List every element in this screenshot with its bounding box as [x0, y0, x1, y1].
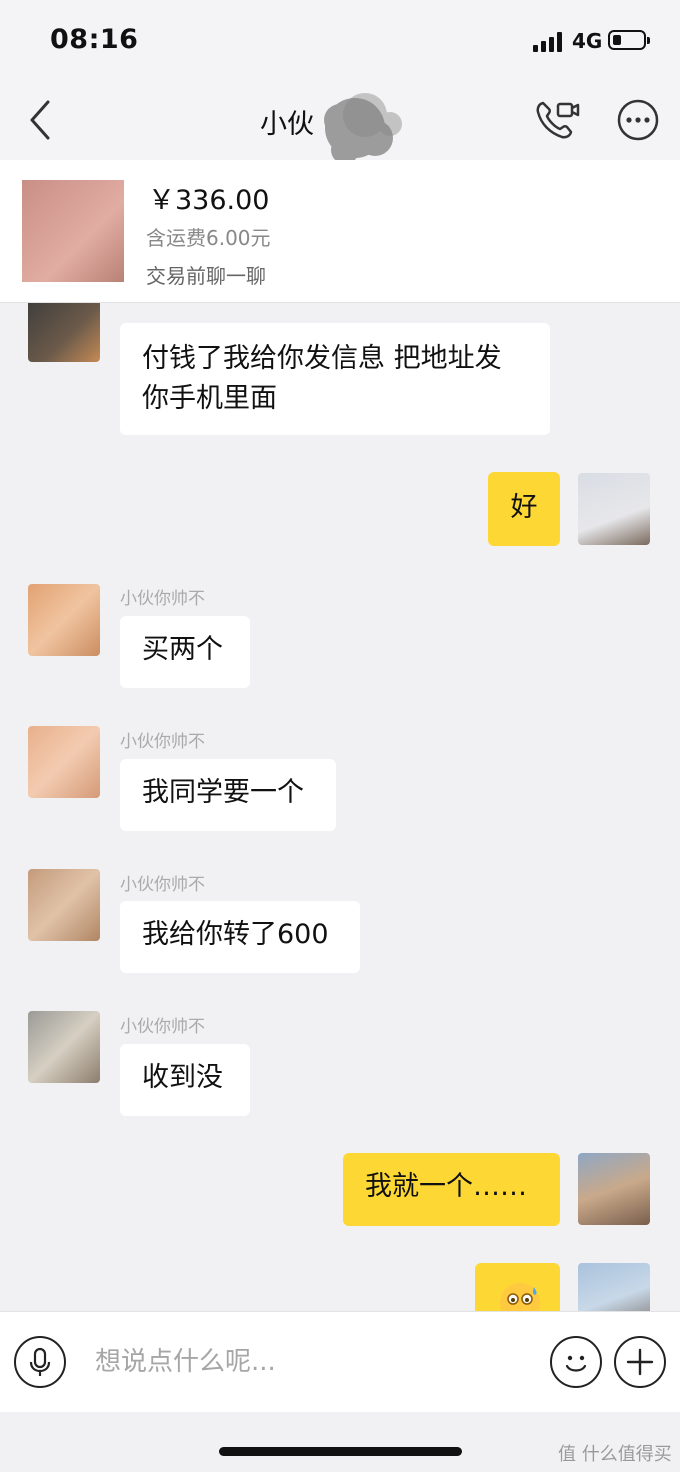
message-bubble-incoming[interactable]: 买两个 [120, 616, 250, 688]
product-card[interactable]: ￥336.00 含运费6.00元 交易前聊一聊 [0, 160, 680, 303]
status-bar: 08:16 4G [0, 0, 680, 80]
phone-video-icon [536, 101, 580, 139]
plus-icon [626, 1348, 654, 1376]
input-bar [0, 1311, 680, 1412]
sender-name: 小伙你帅不 [120, 1017, 205, 1037]
signal-icon [533, 32, 565, 52]
smiley-icon [565, 1355, 587, 1372]
sender-name: 小伙你帅不 [120, 875, 205, 895]
battery-level [613, 35, 621, 45]
avatar[interactable] [28, 1011, 100, 1083]
message-line: 付钱了我给你发信息 把地址发 [142, 343, 502, 374]
more-button[interactable] [616, 98, 660, 142]
message-bubble-incoming[interactable]: 收到没 [120, 1044, 250, 1116]
more-dots-icon [617, 99, 659, 141]
microphone-icon [29, 1347, 51, 1376]
home-indicator[interactable] [219, 1447, 462, 1456]
avatar[interactable] [578, 1263, 650, 1311]
avatar[interactable] [578, 1153, 650, 1225]
message-bubble-incoming[interactable]: 我同学要一个 [120, 759, 336, 831]
avatar[interactable] [28, 303, 100, 362]
watermark: 值 什么值得买 [558, 1444, 672, 1465]
network-type: 4G [572, 29, 603, 53]
message-bubble-outgoing[interactable]: 好 [488, 472, 560, 546]
message-bubble-incoming[interactable]: 付钱了我给你发信息 把地址发 你手机里面 [120, 323, 550, 435]
avatar[interactable] [28, 584, 100, 656]
message-line: 你手机里面 [142, 383, 277, 414]
sender-name: 小伙你帅不 [120, 732, 205, 752]
sender-name: 小伙你帅不 [120, 589, 205, 609]
avatar[interactable] [28, 869, 100, 941]
product-price: ￥336.00 [148, 185, 270, 216]
call-button[interactable] [534, 98, 580, 142]
avatar[interactable] [578, 473, 650, 545]
chevron-left-icon [30, 100, 50, 140]
chat-header: 小伙 [0, 80, 680, 164]
plus-button[interactable] [614, 1336, 666, 1388]
message-input[interactable] [95, 1342, 515, 1382]
status-time: 08:16 [50, 24, 139, 55]
message-bubble-outgoing[interactable]: 我就一个…… [343, 1153, 560, 1226]
message-list[interactable]: 付钱了我给你发信息 把地址发 你手机里面 好 小伙你帅不 买两个 小伙你帅不 我… [0, 303, 680, 1311]
battery-icon [608, 30, 650, 50]
emoji-button[interactable] [550, 1336, 602, 1388]
emoji-face-features [507, 1287, 537, 1305]
avatar[interactable] [28, 726, 100, 798]
message-bubble-incoming[interactable]: 我给你转了600 [120, 901, 360, 973]
back-button[interactable] [22, 98, 62, 142]
product-thumbnail[interactable] [22, 180, 124, 282]
shipping-fee: 含运费6.00元 [146, 226, 271, 250]
chat-hint: 交易前聊一聊 [146, 264, 266, 288]
voice-button[interactable] [14, 1336, 66, 1388]
